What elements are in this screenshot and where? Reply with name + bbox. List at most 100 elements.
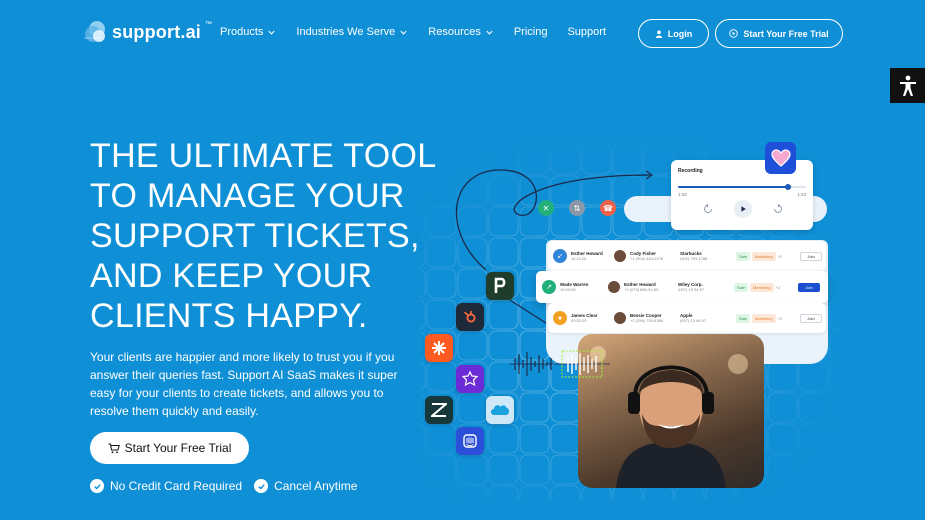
- forward-icon[interactable]: [773, 204, 783, 214]
- recording-total-time: 1:23: [797, 192, 806, 197]
- benefit-item: Cancel Anytime: [254, 479, 357, 493]
- recording-scrubber[interactable]: [785, 184, 792, 190]
- hubspot-app-icon: [456, 303, 484, 331]
- zendesk-app-icon: [425, 396, 453, 424]
- agent-cell: ↙ Esther Howard 11:12:26: [548, 249, 614, 263]
- agent-info: James Clear 00:20:20: [571, 313, 598, 323]
- status-icon: ●: [553, 311, 567, 325]
- recording-progress-fill: [678, 186, 789, 188]
- brand-name: support.ai: [112, 21, 202, 42]
- contact-phone: +1 (904) 444-2276: [630, 256, 664, 261]
- menu-item-label: Pricing: [513, 26, 548, 38]
- company-info: Apple (007) 13 94 67: [680, 313, 706, 323]
- cart-icon: [108, 443, 120, 453]
- avatar: [614, 312, 626, 324]
- tag-sale: Sale: [734, 282, 749, 292]
- chevron-down-icon: [268, 30, 276, 35]
- check-icon: [90, 479, 104, 493]
- tags-cell: Sale Marketing +2: [736, 313, 800, 323]
- company-cell: Apple (007) 13 94 67: [680, 313, 736, 323]
- join-button[interactable]: Join: [800, 313, 822, 323]
- ticket-row[interactable]: ↙ Esther Howard 11:12:26 Cody Fisher +1 (9…: [548, 241, 826, 271]
- transfer-icon[interactable]: ⇅: [569, 200, 585, 216]
- benefit-label: Cancel Anytime: [274, 479, 358, 493]
- company-phone: (007) 13 94 67: [678, 287, 705, 292]
- menu-item-pricing[interactable]: Pricing: [514, 26, 548, 38]
- headline-line: CLIENTS HAPPY.: [90, 297, 368, 335]
- hangup-icon[interactable]: ☎: [600, 200, 616, 216]
- salesforce-app-icon: [486, 396, 514, 424]
- company-cell: Starbucks (302) 793-1788: [680, 251, 736, 261]
- recording-title: Recording: [678, 168, 703, 174]
- accessibility-icon: [899, 75, 916, 96]
- recording-controls: [703, 199, 783, 219]
- chevron-down-icon: [400, 30, 407, 35]
- benefit-item: No Credit Card Required: [90, 479, 242, 493]
- company-info: Wiley Corp. (007) 13 94 67: [678, 282, 704, 292]
- intercom-app-icon: [456, 427, 484, 455]
- tag-marketing: Marketing: [750, 282, 774, 292]
- check-icon: [254, 479, 269, 493]
- zapier-app-icon: [425, 334, 453, 362]
- audio-waveform: [510, 350, 610, 378]
- contact-info: Bessie Cooper +2 (256) 729-6389: [630, 313, 663, 323]
- headline-line: TO MANAGE YOUR: [90, 177, 405, 215]
- accessibility-button[interactable]: [890, 68, 925, 103]
- contact-cell: Cody Fisher +1 (904) 444-2276: [614, 250, 680, 262]
- menu-item-label: Support: [567, 26, 606, 38]
- join-button[interactable]: Join: [798, 282, 820, 292]
- status-icon: ↗: [542, 280, 556, 294]
- user-icon: [655, 30, 662, 38]
- company-phone: (007) 13 94 67: [680, 318, 707, 323]
- play-button[interactable]: [734, 200, 752, 218]
- join-button[interactable]: Join: [800, 251, 822, 261]
- headline-line: SUPPORT TICKETS,: [90, 217, 420, 255]
- rewind-icon[interactable]: [703, 204, 713, 214]
- status-icon: ↙: [553, 249, 567, 263]
- menu-item-label: Industries We Serve: [296, 26, 396, 38]
- start-trial-nav-label: Start Your Free Trial: [743, 28, 829, 39]
- ticket-time: 00:20:20: [571, 318, 587, 323]
- play-icon: [741, 206, 746, 212]
- contact-info: Cody Fisher +1 (904) 444-2276: [630, 251, 663, 261]
- agent-info: Esther Howard 11:12:26: [571, 251, 603, 261]
- contact-phone: +2 (256) 729-6389: [630, 318, 664, 323]
- login-button[interactable]: Login: [638, 19, 709, 48]
- logo-mark-icon: [84, 19, 108, 45]
- ticket-time: 10:02:56: [560, 287, 576, 292]
- avatar: [614, 250, 626, 262]
- contact-info: Esther Howard +2 (073) 880-91-89: [624, 282, 658, 292]
- hero-description: Your clients are happier and more likely…: [90, 350, 398, 418]
- hero-illustration: ✕ ⇅ ☎ Recording 1:02 1:23 ↙ Esther Howar…: [420, 140, 840, 500]
- play-circle-icon: [729, 29, 739, 38]
- benefit-label: No Credit Card Required: [110, 479, 243, 493]
- recording-progress[interactable]: [678, 184, 806, 190]
- ticket-row[interactable]: ● James Clear 00:20:20 Bessie Cooper +2 (2…: [548, 303, 826, 333]
- contact-phone: +2 (073) 880-91-89: [624, 287, 659, 292]
- share-icon[interactable]: ✕: [538, 200, 554, 216]
- start-trial-hero-button[interactable]: Start Your Free Trial: [90, 432, 249, 464]
- menu-item-products[interactable]: Products: [220, 26, 276, 38]
- pendo-app-icon: [486, 272, 514, 300]
- headline-line: AND KEEP YOUR: [90, 257, 373, 295]
- tags-cell: Sale Marketing +2: [734, 282, 798, 292]
- tag-sale: Sale: [736, 313, 751, 323]
- menu-item-industries[interactable]: Industries We Serve: [296, 26, 408, 38]
- brand-sub: a Kore product: [84, 36, 104, 40]
- start-trial-hero-label: Start Your Free Trial: [124, 441, 232, 455]
- brand-logo[interactable]: support.ai ™: [84, 19, 212, 45]
- brand-trademark: ™: [205, 20, 213, 28]
- top-navigation: support.ai ™ a Kore product Products Ind…: [0, 0, 925, 66]
- ticket-row[interactable]: ↗ Wade Warren 10:02:56 Esther Howard +2 (0…: [536, 271, 828, 303]
- menu-item-support[interactable]: Support: [567, 26, 606, 38]
- company-phone: (302) 793-1788: [680, 256, 708, 261]
- company-cell: Wiley Corp. (007) 13 94 67: [678, 282, 734, 292]
- company-info: Starbucks (302) 793-1788: [680, 251, 707, 261]
- start-trial-nav-button[interactable]: Start Your Free Trial: [715, 19, 843, 48]
- agent-info: Wade Warren 10:02:56: [560, 282, 588, 292]
- login-label: Login: [667, 28, 693, 39]
- tag-more: +2: [775, 284, 781, 290]
- tag-more: +2: [777, 315, 783, 321]
- chevron-down-icon: [486, 30, 493, 35]
- menu-item-resources[interactable]: Resources: [428, 26, 494, 38]
